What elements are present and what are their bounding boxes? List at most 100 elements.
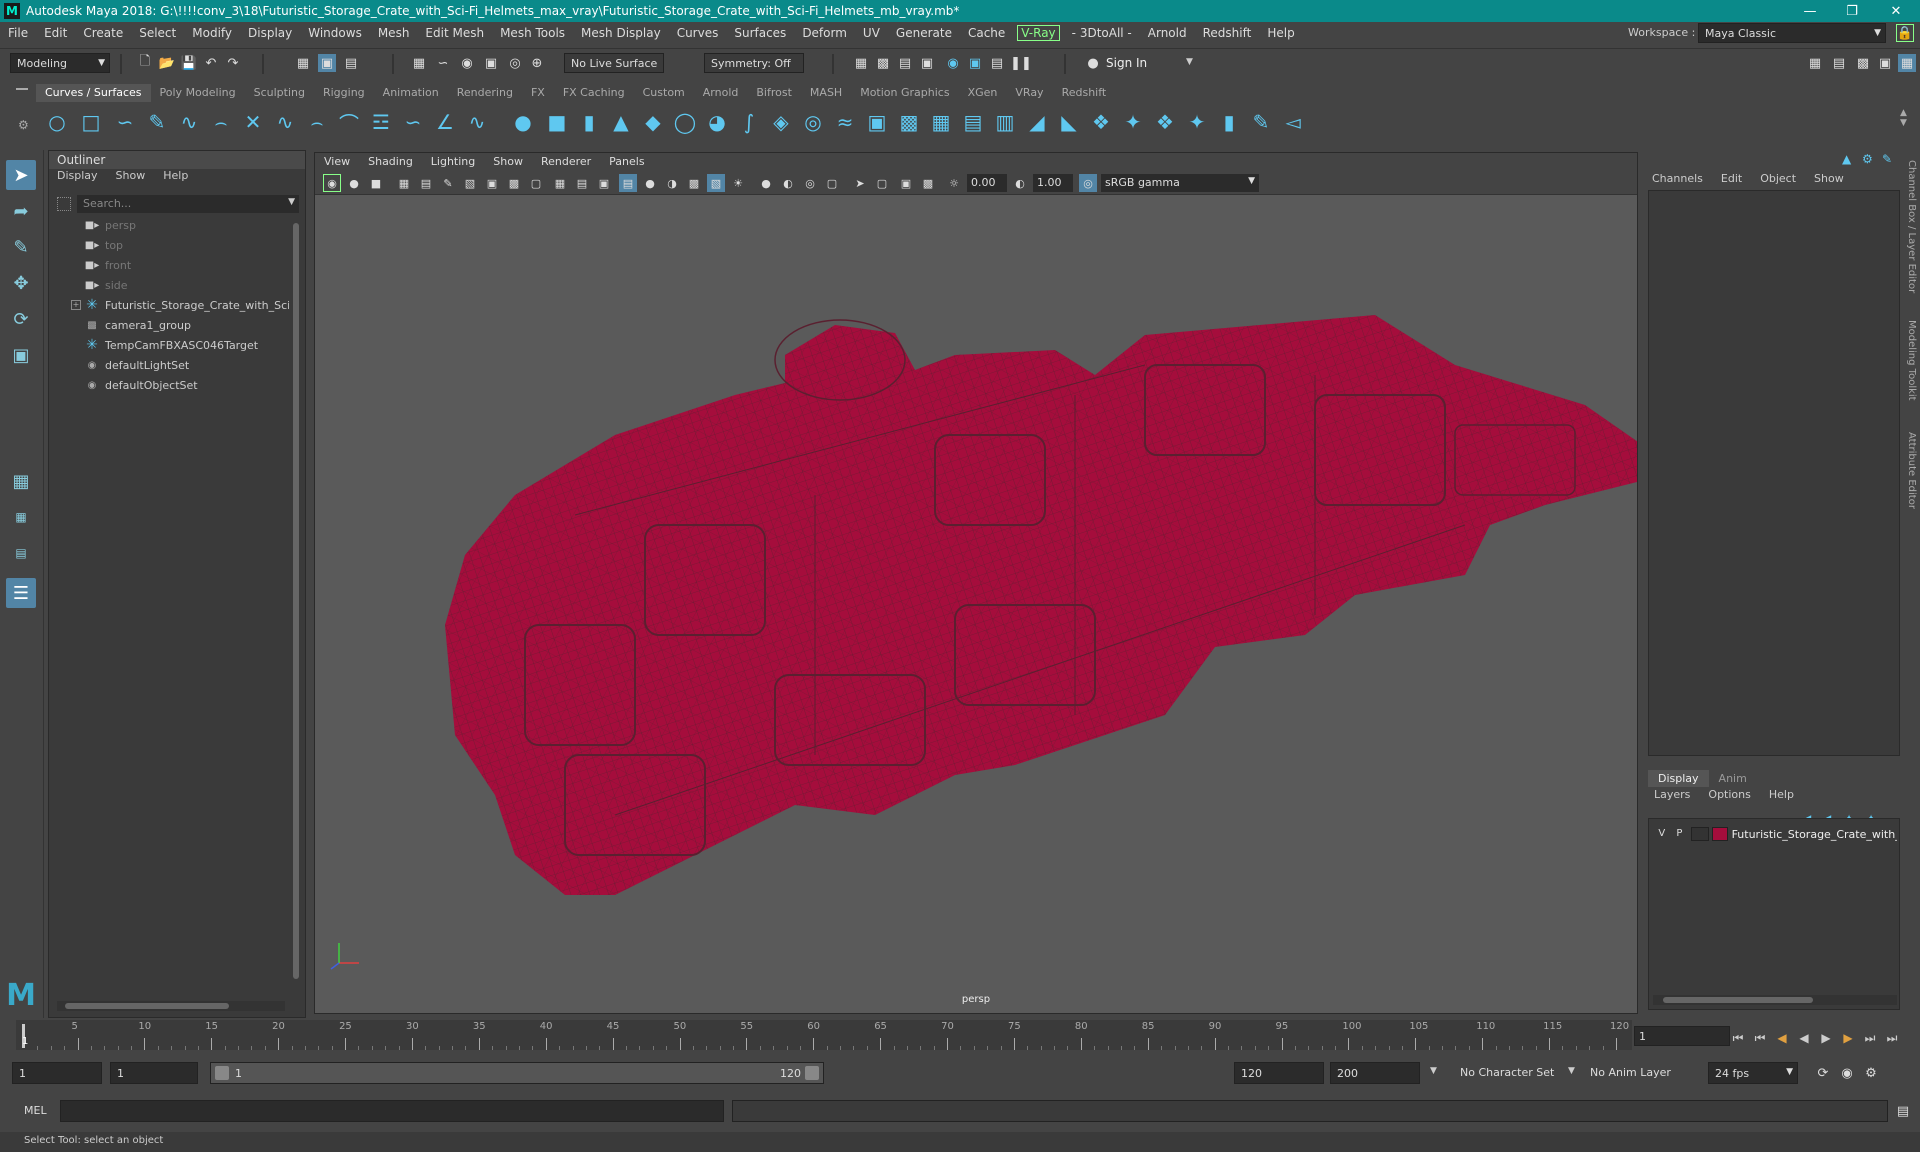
channel-menu-edit[interactable]: Edit xyxy=(1721,172,1742,185)
menu-cache[interactable]: Cache xyxy=(960,26,1013,40)
layer-tab-display[interactable]: Display xyxy=(1648,770,1709,787)
chevron-down-icon[interactable]: ▼ xyxy=(1186,57,1193,67)
outliner-item-default-light-set[interactable]: ◉ defaultLightSet xyxy=(49,355,289,375)
current-frame-field[interactable]: 1 xyxy=(1634,1026,1730,1046)
outliner-layout-icon[interactable]: ☰ xyxy=(6,578,36,608)
modeling-toolkit-icon[interactable]: ▦ xyxy=(1806,54,1824,72)
layer-color-swatch[interactable] xyxy=(1711,827,1728,841)
menu-curves[interactable]: Curves xyxy=(669,26,727,40)
four-view-layout-icon[interactable]: ▦ xyxy=(6,502,36,532)
select-component-icon[interactable]: ▤ xyxy=(342,54,360,72)
select-hierarchy-icon[interactable]: ▦ xyxy=(294,54,312,72)
menu-set-dropdown[interactable]: Modeling ▼ xyxy=(10,53,110,73)
layer-row[interactable]: V P Futuristic_Storage_Crate_with_ xyxy=(1653,825,1897,843)
safe-title-icon[interactable]: ▣ xyxy=(595,174,613,192)
new-scene-icon[interactable]: 🗋 xyxy=(136,54,154,72)
layer-visibility-toggle[interactable]: V xyxy=(1653,826,1671,842)
2d-pan-zoom-icon[interactable]: ▤ xyxy=(417,174,435,192)
bezier-curve-icon[interactable]: ⌢ xyxy=(208,110,234,134)
animation-start-field[interactable]: 1 xyxy=(12,1062,102,1084)
render-view-icon[interactable]: ▦ xyxy=(852,54,870,72)
wireframe-on-shaded-icon[interactable]: ◑ xyxy=(663,174,681,192)
textured-icon[interactable]: ▩ xyxy=(685,174,703,192)
nurbs-torus-icon[interactable]: ◯ xyxy=(672,110,698,134)
isolate-select-icon[interactable]: ➤ xyxy=(851,174,869,192)
undo-icon[interactable]: ↶ xyxy=(202,54,220,72)
save-scene-icon[interactable]: 💾 xyxy=(180,54,198,72)
viewport-menu-lighting[interactable]: Lighting xyxy=(422,153,484,171)
snap-point-icon[interactable]: ◉ xyxy=(458,54,476,72)
viewport-menu-show[interactable]: Show xyxy=(484,153,532,171)
expand-icon[interactable]: + xyxy=(71,300,81,310)
playback-end-field[interactable]: 120 xyxy=(1234,1062,1324,1084)
menu-deform[interactable]: Deform xyxy=(794,26,855,40)
fillet-curve-icon[interactable]: ∠ xyxy=(432,110,458,134)
menu-display[interactable]: Display xyxy=(240,26,300,40)
pencil-curve-icon[interactable]: ✎ xyxy=(144,110,170,134)
channel-menu-channels[interactable]: Channels xyxy=(1652,172,1703,185)
anim-layer-dropdown[interactable]: No Anim Layer xyxy=(1590,1066,1671,1079)
snap-view-plane-icon[interactable]: ▣ xyxy=(482,54,500,72)
scrollbar-thumb[interactable] xyxy=(1663,997,1813,1003)
layer-horizontal-scrollbar[interactable] xyxy=(1653,995,1897,1005)
outliner-item-top[interactable]: ■▸ top xyxy=(49,235,289,255)
planar-icon[interactable]: ◈ xyxy=(768,110,794,134)
go-to-end-icon[interactable]: ⏭ xyxy=(1884,1030,1900,1046)
grease-pencil-icon[interactable]: ✎ xyxy=(439,174,457,192)
shelf-settings-icon[interactable]: ⚙ xyxy=(18,118,29,132)
gate-mask-icon[interactable]: ▢ xyxy=(527,174,545,192)
viewport-menu-view[interactable]: View xyxy=(315,153,359,171)
depth-of-field-icon[interactable]: ▢ xyxy=(823,174,841,192)
outliner-menu-help[interactable]: Help xyxy=(163,169,188,187)
vray-render-icon[interactable]: ▤ xyxy=(988,54,1006,72)
layer-editor-icon[interactable]: ▦ xyxy=(1898,54,1916,72)
menu-redshift[interactable]: Redshift xyxy=(1195,26,1260,40)
attach-surfaces-icon[interactable]: ❖ xyxy=(1088,110,1114,134)
fps-dropdown[interactable]: 24 fps ▼ xyxy=(1708,1062,1798,1084)
nurbs-square-icon[interactable]: □ xyxy=(78,110,104,134)
shelf-tab-rigging[interactable]: Rigging xyxy=(314,84,374,102)
layer-name[interactable]: Futuristic_Storage_Crate_with_ xyxy=(1732,828,1897,841)
menu-edit[interactable]: Edit xyxy=(36,26,75,40)
snap-live-icon[interactable]: ◎ xyxy=(506,54,524,72)
go-to-start-icon[interactable]: ⏮ xyxy=(1730,1030,1746,1046)
layer-playback-toggle[interactable]: P xyxy=(1671,826,1689,842)
shelf-tab-curves-surfaces[interactable]: Curves / Surfaces xyxy=(36,84,151,102)
sculpt-geometry-icon[interactable]: ✎ xyxy=(1248,110,1274,134)
channel-menu-object[interactable]: Object xyxy=(1760,172,1796,185)
cut-curve-icon[interactable]: ☲ xyxy=(368,110,394,134)
nurbs-plane-icon[interactable]: ◆ xyxy=(640,110,666,134)
outliner-search-input[interactable]: Search... ▼ xyxy=(77,195,299,213)
extend-surface-icon[interactable]: ▮ xyxy=(1216,110,1242,134)
outliner-item-side[interactable]: ■▸ side xyxy=(49,275,289,295)
select-tool-icon[interactable]: ➤ xyxy=(6,160,36,190)
cv-curve-icon[interactable]: ∽ xyxy=(112,110,138,134)
wireframe-icon[interactable]: ▤ xyxy=(619,174,637,192)
rebuild-curve-icon[interactable]: ∿ xyxy=(464,110,490,134)
pause-icon[interactable]: ❚❚ xyxy=(1010,54,1032,72)
menu-surfaces[interactable]: Surfaces xyxy=(726,26,794,40)
time-slider[interactable]: 1 5 10 15 20 25 30 35 40 45 50 55 60 65 70 75 80 85 90 95 1… xyxy=(16,1020,1632,1050)
rotate-tool-icon[interactable]: ⟳ xyxy=(6,304,36,334)
persp-outliner-layout-icon[interactable]: ▤ xyxy=(6,538,36,568)
nurbs-cylinder-icon[interactable]: ▮ xyxy=(576,110,602,134)
shelf-tab-vray[interactable]: VRay xyxy=(1006,84,1052,102)
menu-file[interactable]: File xyxy=(0,26,36,40)
boundary-icon[interactable]: ▣ xyxy=(864,110,890,134)
nurbs-cube-icon[interactable]: ■ xyxy=(544,110,570,134)
detach-curve-icon[interactable]: ⌢ xyxy=(304,110,330,134)
snap-grid-icon[interactable]: ▦ xyxy=(410,54,428,72)
wireframe-model-canvas[interactable] xyxy=(315,195,1637,985)
extrude-icon[interactable]: ◎ xyxy=(800,110,826,134)
chevron-down-icon[interactable]: ▼ xyxy=(1430,1066,1437,1076)
outliner-item-persp[interactable]: ■▸ persp xyxy=(49,215,289,235)
menu-3dtoall[interactable]: - 3DtoAll - xyxy=(1064,26,1140,40)
side-tab-attribute-editor[interactable]: Attribute Editor xyxy=(1906,432,1917,509)
snap-together-icon[interactable]: ⊕ xyxy=(528,54,546,72)
loft-icon[interactable]: ∫ xyxy=(736,110,762,134)
render-settings-icon[interactable]: ▣ xyxy=(918,54,936,72)
filter-icon[interactable] xyxy=(57,197,71,211)
untrim-icon[interactable]: ◣ xyxy=(1056,110,1082,134)
chevron-down-icon[interactable]: ▼ xyxy=(1568,1066,1575,1076)
viewport-panel[interactable]: View Shading Lighting Show Renderer Pane… xyxy=(314,152,1638,1014)
